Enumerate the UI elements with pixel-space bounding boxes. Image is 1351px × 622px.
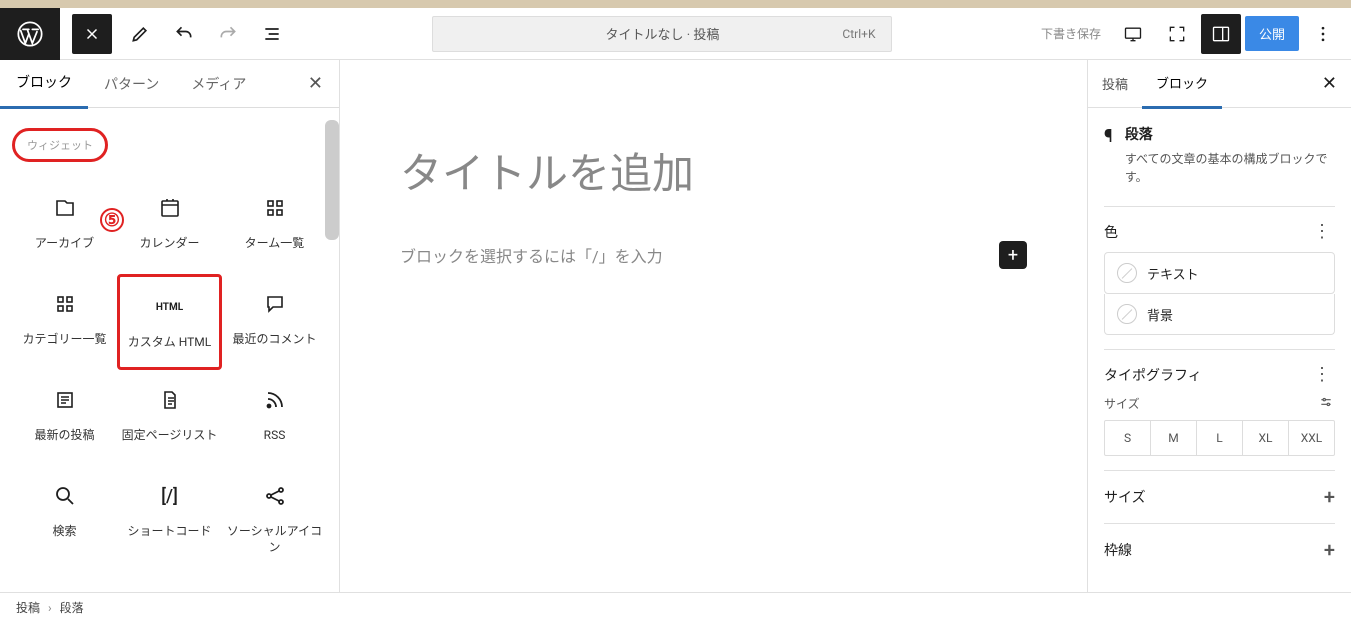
block-name: 段落	[1125, 124, 1335, 144]
kebab-icon[interactable]: ⋮	[1309, 364, 1335, 385]
paragraph-placeholder[interactable]: ブロックを選択するには「/」を入力	[400, 243, 663, 267]
size-xxl[interactable]: XXL	[1289, 421, 1334, 455]
block-calendar[interactable]: カレンダー	[117, 178, 222, 274]
swatch-icon	[1117, 304, 1137, 324]
rss-icon	[263, 386, 287, 414]
kebab-icon[interactable]: ⋮	[1309, 221, 1335, 242]
block-categories[interactable]: カテゴリー一覧	[12, 274, 117, 370]
block-social-icons[interactable]: ソーシャルアイコン	[222, 466, 327, 563]
block-shortcode[interactable]: [/] ショートコード	[117, 466, 222, 563]
plus-icon[interactable]: +	[1324, 538, 1335, 562]
panel-typography: タイポグラフィ ⋮ サイズ S M L XL XXL	[1104, 349, 1335, 470]
scrollbar[interactable]	[325, 120, 339, 240]
panel-size: サイズ +	[1104, 470, 1335, 523]
wordpress-logo[interactable]	[0, 8, 60, 60]
swatch-icon	[1117, 263, 1137, 283]
panel-color-header[interactable]: 色 ⋮	[1104, 221, 1335, 242]
chevron-right-icon: ›	[48, 601, 52, 615]
tab-post[interactable]: 投稿	[1088, 60, 1142, 107]
outline-icon[interactable]	[252, 14, 292, 54]
font-size-buttons: S M L XL XXL	[1104, 420, 1335, 456]
settings-sidebar-toggle[interactable]	[1201, 14, 1241, 54]
page-icon	[158, 386, 182, 414]
grid-icon	[53, 290, 77, 318]
tab-patterns[interactable]: パターン	[88, 60, 175, 108]
archive-icon	[53, 194, 77, 222]
list-icon	[53, 386, 77, 414]
breadcrumb-item[interactable]: 投稿	[16, 599, 40, 616]
color-text-row[interactable]: テキスト	[1104, 252, 1335, 294]
size-m[interactable]: M	[1151, 421, 1197, 455]
grid-icon	[263, 194, 287, 222]
block-terms[interactable]: ターム一覧	[222, 178, 327, 274]
color-background-row[interactable]: 背景	[1104, 294, 1335, 335]
block-info: ¶ 段落 すべての文章の基本の構成ブロックです。	[1104, 124, 1335, 186]
sidebar-tabs: 投稿 ブロック ✕	[1088, 60, 1351, 108]
tab-blocks[interactable]: ブロック	[0, 58, 88, 109]
close-icon[interactable]: ✕	[1308, 73, 1351, 94]
preview-desktop-icon[interactable]	[1113, 14, 1153, 54]
block-custom-html[interactable]: HTML カスタム HTML	[117, 274, 222, 370]
shortcode-icon: [/]	[161, 482, 178, 510]
html-icon: HTML	[156, 293, 183, 321]
browser-strip	[0, 0, 1351, 8]
panel-border-header[interactable]: 枠線 +	[1104, 538, 1335, 562]
undo-button[interactable]	[164, 14, 204, 54]
breadcrumb: 投稿 › 段落	[0, 592, 1351, 622]
tab-media[interactable]: メディア	[175, 60, 262, 108]
panel-typography-header[interactable]: タイポグラフィ ⋮	[1104, 364, 1335, 385]
search-icon	[53, 482, 77, 510]
fullscreen-icon[interactable]	[1157, 14, 1197, 54]
options-menu-icon[interactable]	[1303, 14, 1343, 54]
inserter-tabs: ブロック パターン メディア ✕	[0, 60, 339, 108]
block-recent-posts[interactable]: 最新の投稿	[12, 370, 117, 466]
block-recent-comments[interactable]: 最近のコメント	[222, 274, 327, 370]
tab-block[interactable]: ブロック	[1142, 59, 1222, 109]
panel-color: 色 ⋮ テキスト 背景	[1104, 206, 1335, 349]
paragraph-icon: ¶	[1104, 124, 1113, 186]
plus-icon[interactable]: +	[1324, 485, 1335, 509]
save-draft-button[interactable]: 下書き保存	[1033, 25, 1109, 42]
block-description: すべての文章の基本の構成ブロックです。	[1125, 150, 1335, 186]
edit-icon[interactable]	[120, 14, 160, 54]
main-area: ブロック パターン メディア ✕ ウィジェット ⑤ アーカイブ カレンダー ター…	[0, 60, 1351, 592]
size-s[interactable]: S	[1105, 421, 1151, 455]
publish-button[interactable]: 公開	[1245, 16, 1299, 51]
document-title-input[interactable]: タイトルなし · 投稿 Ctrl+K	[432, 16, 892, 52]
settings-sidebar: 投稿 ブロック ✕ ¶ 段落 すべての文章の基本の構成ブロックです。 色 ⋮ テ…	[1087, 60, 1351, 592]
calendar-icon	[158, 194, 182, 222]
editor-canvas[interactable]: タイトルを追加 ブロックを選択するには「/」を入力 +	[340, 60, 1087, 592]
block-inserter-panel: ブロック パターン メディア ✕ ウィジェット ⑤ アーカイブ カレンダー ター…	[0, 60, 340, 592]
size-l[interactable]: L	[1197, 421, 1243, 455]
breadcrumb-item[interactable]: 段落	[60, 599, 84, 616]
size-xl[interactable]: XL	[1243, 421, 1289, 455]
panel-border: 枠線 +	[1104, 523, 1335, 576]
comment-icon	[263, 290, 287, 318]
post-title-input[interactable]: タイトルを追加	[400, 140, 1027, 201]
share-icon	[263, 482, 287, 510]
category-widgets: ウィジェット	[12, 128, 108, 162]
redo-button[interactable]	[208, 14, 248, 54]
document-title-text: タイトルなし · 投稿	[606, 24, 720, 43]
annotation-number: ⑤	[100, 208, 124, 232]
panel-size-header[interactable]: サイズ +	[1104, 485, 1335, 509]
block-rss[interactable]: RSS	[222, 370, 327, 466]
block-page-list[interactable]: 固定ページリスト	[117, 370, 222, 466]
add-block-button[interactable]: +	[999, 241, 1027, 269]
close-icon[interactable]: ✕	[292, 73, 339, 94]
inserter-body: ウィジェット ⑤ アーカイブ カレンダー ターム一覧 カテゴリー一覧	[0, 108, 339, 592]
sliders-icon[interactable]	[1317, 395, 1335, 412]
shortcut-hint: Ctrl+K	[842, 27, 875, 41]
top-toolbar: タイトルなし · 投稿 Ctrl+K 下書き保存 公開	[0, 8, 1351, 60]
size-label: サイズ	[1104, 395, 1140, 412]
close-inserter-button[interactable]	[72, 14, 112, 54]
block-search[interactable]: 検索	[12, 466, 117, 563]
